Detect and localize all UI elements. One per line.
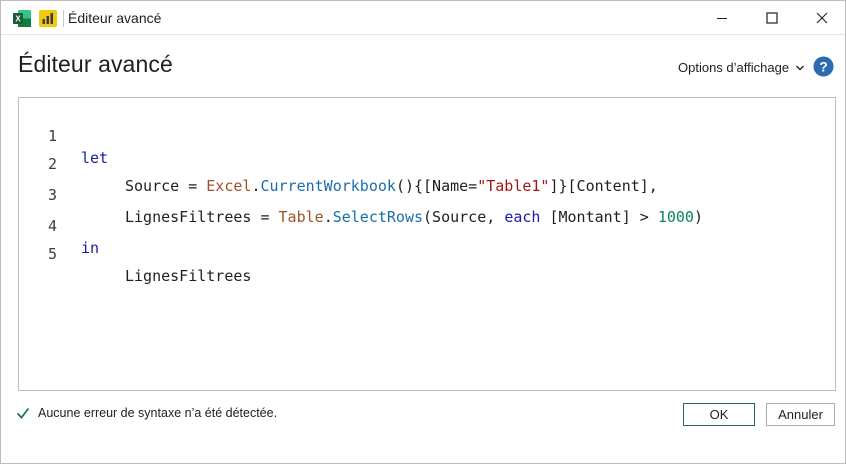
view-options-label: Options d’affichage xyxy=(678,60,790,75)
svg-text:X: X xyxy=(15,15,21,24)
chevron-down-icon xyxy=(796,65,805,70)
dialog-title: Éditeur avancé xyxy=(18,51,173,77)
title-separator xyxy=(63,10,64,27)
minimize-icon xyxy=(717,18,727,19)
code-line: 5 LignesFiltrees xyxy=(19,221,835,285)
syntax-status: Aucune erreur de syntaxe n’a été détecté… xyxy=(16,406,277,420)
power-bi-icon xyxy=(39,10,57,27)
code-editor[interactable]: 1 let 2 Source = Excel.CurrentWorkbook()… xyxy=(18,97,836,391)
svg-text:?: ? xyxy=(819,59,828,75)
title-bar: X Éditeur avancé xyxy=(1,1,845,35)
checkmark-icon xyxy=(16,407,30,419)
line-number: 5 xyxy=(47,245,57,263)
advanced-editor-window: X Éditeur avancé Éditeur avancé Options … xyxy=(0,0,846,464)
help-icon[interactable]: ? xyxy=(813,56,834,77)
maximize-icon xyxy=(766,12,778,24)
maximize-button[interactable] xyxy=(749,1,795,35)
excel-icon: X xyxy=(13,10,31,27)
code-line: 4 in xyxy=(19,193,835,257)
cancel-button[interactable]: Annuler xyxy=(766,403,835,426)
identifier-token: LignesFiltrees xyxy=(125,267,252,285)
code-line: 3 LignesFiltrees = Table.SelectRows(Sour… xyxy=(19,162,835,226)
window-title: Éditeur avancé xyxy=(68,10,162,26)
status-text: Aucune erreur de syntaxe n’a été détecté… xyxy=(38,406,278,420)
code-line: 2 Source = Excel.CurrentWorkbook(){[Name… xyxy=(19,131,835,195)
code-line: 1 let xyxy=(19,103,835,167)
close-icon xyxy=(816,12,828,24)
code-text: LignesFiltrees xyxy=(81,265,251,287)
view-options-dropdown[interactable]: Options d’affichage xyxy=(678,60,805,75)
minimize-button[interactable] xyxy=(699,1,745,35)
close-button[interactable] xyxy=(799,1,845,35)
ok-button[interactable]: OK xyxy=(683,403,755,426)
